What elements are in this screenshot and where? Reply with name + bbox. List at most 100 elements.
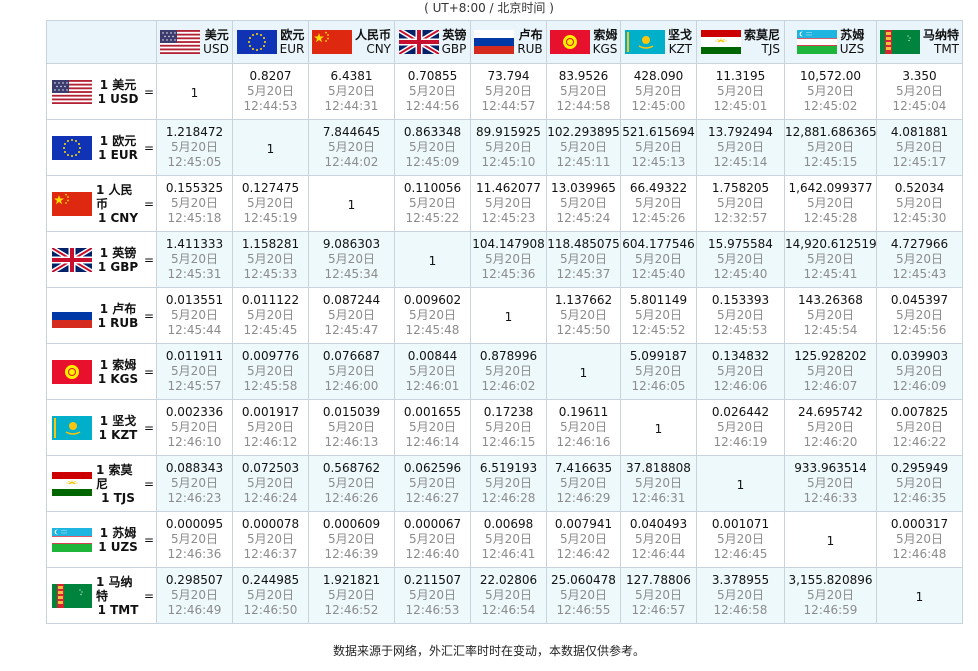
column-header-cny: 人民币 CNY [308, 20, 395, 64]
currency-code: USD [203, 42, 229, 56]
identity-value: 1 [504, 310, 513, 324]
rate-cell: 1.921821 5月20日 12:46:52 [308, 567, 395, 624]
rate-cell: 13.039965 5月20日 12:45:24 [546, 175, 621, 232]
rate-value: 0.045397 [890, 293, 949, 307]
rate-time: 12:46:50 [243, 603, 298, 617]
equals-sign: = [144, 252, 155, 267]
rate-time: 12:45:52 [631, 323, 686, 337]
rate-time: 12:46:14 [405, 435, 460, 449]
row-header-usd: 1 美元 1 USD = [46, 63, 157, 120]
row-currency-name: 1 欧元 [99, 133, 137, 148]
rate-date: 5月20日 [171, 476, 218, 490]
rate-value: 37.818808 [626, 461, 691, 475]
rate-date: 5月20日 [247, 532, 294, 546]
rate-time: 12:45:01 [713, 99, 768, 113]
rate-date: 5月20日 [560, 140, 607, 154]
rate-value: 0.000067 [403, 517, 462, 531]
rate-time: 12:46:15 [481, 435, 536, 449]
eu-flag-icon [236, 30, 277, 54]
rate-cell: 0.087244 5月20日 12:45:47 [308, 287, 395, 344]
rate-value: 10,572.00 [799, 69, 862, 83]
rate-date: 5月20日 [171, 308, 218, 322]
rate-value: 104.147908 [472, 237, 545, 251]
eu-flag-icon [52, 135, 92, 160]
gb-flag-icon [52, 247, 92, 272]
rate-date: 5月20日 [328, 364, 375, 378]
rate-time: 12:46:27 [405, 491, 460, 505]
rate-time: 12:46:39 [324, 547, 379, 561]
rate-value: 0.19611 [558, 405, 609, 419]
currency-name: 坚戈 [667, 28, 692, 42]
rate-value: 0.298507 [165, 573, 224, 587]
uz-flag-icon [52, 527, 92, 552]
rate-date: 5月20日 [328, 84, 375, 98]
row-currency-code: 1 KGS [97, 371, 139, 386]
rate-time: 12:46:00 [324, 379, 379, 393]
rate-date: 5月20日 [717, 140, 764, 154]
rate-cell: 0.52034 5月20日 12:45:30 [876, 175, 963, 232]
rate-cell: 1 [546, 343, 621, 400]
rate-date: 5月20日 [635, 588, 682, 602]
rate-date: 5月20日 [485, 532, 532, 546]
rate-date: 5月20日 [328, 476, 375, 490]
rate-cell: 1 [784, 511, 877, 568]
currency-name: 人民币 [354, 28, 391, 42]
rate-cell: 1 [696, 455, 785, 512]
rate-time: 12:46:23 [167, 491, 222, 505]
rate-time: 12:46:09 [892, 379, 947, 393]
rate-value: 0.8207 [249, 69, 292, 83]
rate-value: 1.158281 [241, 237, 300, 251]
rate-cell: 0.076687 5月20日 12:46:00 [308, 343, 395, 400]
rate-time: 12:44:56 [405, 99, 460, 113]
rate-cell: 83.9526 5月20日 12:44:58 [546, 63, 621, 120]
equals-sign: = [144, 420, 155, 435]
equals-sign: = [144, 308, 155, 323]
rate-cell: 6.4381 5月20日 12:44:31 [308, 63, 395, 120]
identity-value: 1 [347, 198, 356, 212]
disclaimer: 数据来源于网络，外汇汇率时时在变动，本数据仅供参考。 [332, 644, 645, 658]
rate-cell: 127.78806 5月20日 12:46:57 [620, 567, 697, 624]
equals-sign: = [144, 140, 155, 155]
row-currency-code: 1 KZT [98, 427, 138, 442]
rate-cell: 5.801149 5月20日 12:45:52 [620, 287, 697, 344]
rate-cell: 0.011911 5月20日 12:45:57 [156, 343, 233, 400]
identity-value: 1 [190, 86, 199, 100]
rate-cell: 0.863348 5月20日 12:45:09 [394, 119, 471, 176]
rate-value: 1.218472 [165, 125, 224, 139]
rate-cell: 0.127475 5月20日 12:45:19 [232, 175, 309, 232]
rate-cell: 0.088343 5月20日 12:46:23 [156, 455, 233, 512]
rate-cell: 24.695742 5月20日 12:46:20 [784, 399, 877, 456]
rate-cell: 1.158281 5月20日 12:45:33 [232, 231, 309, 288]
rate-time: 12:46:53 [405, 603, 460, 617]
currency-code: CNY [366, 42, 391, 56]
rate-date: 5月20日 [247, 420, 294, 434]
rate-time: 12:45:00 [631, 99, 686, 113]
rate-date: 5月20日 [485, 476, 532, 490]
rate-time: 12:46:45 [713, 547, 768, 561]
tj-flag-icon [700, 30, 741, 54]
rate-date: 5月20日 [328, 420, 375, 434]
column-header-rub: 卢布 RUB [470, 20, 547, 64]
rate-cell: 0.011122 5月20日 12:45:45 [232, 287, 309, 344]
row-currency-name: 1 马纳特 [96, 574, 133, 603]
header-row: 美元 USD 欧元 EUR 人民币 CNY 英镑 GBP 卢布 RUB 索姆 KGS 坚戈 KZT 索莫尼 T… [46, 20, 963, 64]
table-row: 1 欧元 1 EUR = 1.218472 5月20日 12:45:05 1 7.844645… [46, 119, 963, 176]
currency-name: 马纳特 [922, 28, 959, 42]
rate-cell: 125.928202 5月20日 12:46:07 [784, 343, 877, 400]
row-header-tmt: 1 马纳特 1 TMT = [46, 567, 157, 624]
rate-value: 604.177546 [622, 237, 695, 251]
rate-cell: 25.060478 5月20日 12:46:55 [546, 567, 621, 624]
rate-value: 0.062596 [403, 461, 462, 475]
rate-time: 12:46:12 [243, 435, 298, 449]
rate-value: 73.794 [487, 69, 530, 83]
rate-date: 5月20日 [896, 476, 943, 490]
rate-value: 0.001917 [241, 405, 300, 419]
rate-date: 5月20日 [171, 252, 218, 266]
rate-date: 5月20日 [896, 84, 943, 98]
row-header-tjs: 1 索莫尼 1 TJS = [46, 455, 157, 512]
row-header-eur: 1 欧元 1 EUR = [46, 119, 157, 176]
rate-cell: 1 [156, 63, 233, 120]
row-currency-code: 1 UZS [98, 539, 138, 554]
rate-time: 12:46:44 [631, 547, 686, 561]
rate-value: 0.000078 [241, 517, 300, 531]
